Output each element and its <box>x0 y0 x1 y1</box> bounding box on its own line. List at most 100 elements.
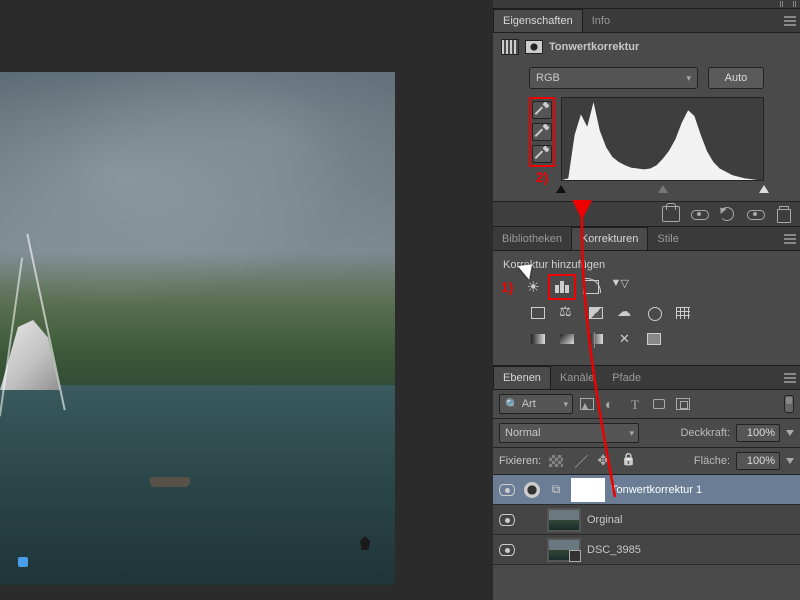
channel-mixer-icon[interactable] <box>672 303 694 323</box>
slider-black-point[interactable] <box>556 185 566 193</box>
opacity-field[interactable]: 100% <box>736 424 780 442</box>
image-region-poles <box>0 332 90 472</box>
layers-tab-bar: Ebenen Kanäle Pfade <box>493 366 800 390</box>
opacity-label: Deckkraft: <box>680 427 730 439</box>
blend-mode-value: Normal <box>505 427 540 439</box>
lock-transparency-icon[interactable] <box>547 453 565 469</box>
adjustments-flyout-menu[interactable] <box>784 234 796 244</box>
adjustments-row-3 <box>501 329 792 349</box>
layer-filter-kind-select[interactable]: 🔍 Art <box>499 394 573 414</box>
visibility-toggle-icon[interactable] <box>499 484 515 496</box>
tab-paths[interactable]: Pfade <box>603 367 650 389</box>
filter-shape-layers-icon[interactable] <box>649 395 669 413</box>
properties-header: Tonwertkorrektur <box>501 39 792 55</box>
eyedropper-white-icon[interactable] <box>532 145 552 163</box>
channel-row: RGB Auto <box>529 67 764 89</box>
black-white-icon[interactable] <box>614 303 636 323</box>
histogram-sliders <box>561 185 764 195</box>
layer-row[interactable]: Orginal <box>493 505 800 535</box>
layer-thumbnail[interactable] <box>547 508 581 532</box>
view-previous-state-icon[interactable] <box>746 206 764 222</box>
filter-adjustment-layers-icon[interactable] <box>601 395 621 413</box>
blend-opacity-row: Normal Deckkraft: 100% <box>493 419 800 448</box>
layer-name[interactable]: Orginal <box>587 514 622 526</box>
filter-type-layers-icon[interactable] <box>625 395 645 413</box>
layer-name[interactable]: Tonwertkorrektur 1 <box>611 484 702 496</box>
properties-tab-bar: Eigenschaften Info <box>493 9 800 33</box>
link-mask-icon[interactable] <box>547 482 565 497</box>
slider-midtone[interactable] <box>658 185 668 193</box>
selective-color-icon[interactable] <box>614 329 636 349</box>
image-region-boat <box>150 477 190 487</box>
opacity-slider-toggle[interactable] <box>786 430 794 436</box>
visibility-toggle-icon[interactable] <box>499 544 515 556</box>
levels-adjustment-icon[interactable] <box>551 277 573 297</box>
lock-label: Fixieren: <box>499 455 541 467</box>
blend-mode-select[interactable]: Normal <box>499 423 639 443</box>
toggle-visibility-icon[interactable] <box>690 206 708 222</box>
lock-fill-row: Fixieren: Fläche: 100% <box>493 448 800 475</box>
posterize-adjustment-icon[interactable] <box>556 329 578 349</box>
photo-filter-icon[interactable] <box>643 303 665 323</box>
tab-info[interactable]: Info <box>583 10 619 32</box>
eyedropper-group: 2) <box>529 97 555 185</box>
fill-slider-toggle[interactable] <box>786 458 794 464</box>
brightness-contrast-icon[interactable] <box>522 277 544 297</box>
layer-name[interactable]: DSC_3985 <box>587 544 641 556</box>
mask-icon <box>525 40 543 54</box>
tab-adjustments[interactable]: Korrekturen <box>571 227 648 250</box>
panel-dock-grip[interactable] <box>493 0 800 8</box>
filter-pixel-layers-icon[interactable] <box>577 395 597 413</box>
hue-saturation-icon[interactable] <box>556 303 578 323</box>
visibility-toggle-icon[interactable] <box>499 514 515 526</box>
exposure-adjustment-icon[interactable] <box>609 277 631 297</box>
clip-to-layer-icon[interactable] <box>662 206 680 222</box>
adjustments-row-2 <box>501 303 792 323</box>
properties-footer <box>493 201 800 226</box>
invert-adjustment-icon[interactable] <box>527 329 549 349</box>
lock-position-icon[interactable] <box>595 453 613 469</box>
layer-row[interactable]: Tonwertkorrektur 1 <box>493 475 800 505</box>
eyedropper-black-icon[interactable] <box>532 101 552 119</box>
tab-styles[interactable]: Stile <box>648 228 687 250</box>
properties-flyout-menu[interactable] <box>784 16 796 26</box>
layers-flyout-menu[interactable] <box>784 373 796 383</box>
channel-select[interactable]: RGB <box>529 67 698 89</box>
color-balance-icon[interactable] <box>585 303 607 323</box>
histogram[interactable] <box>561 97 764 181</box>
delete-adjustment-icon[interactable] <box>774 206 792 222</box>
adjustment-thumb-icon <box>524 482 540 498</box>
layer-filter-toggle[interactable] <box>784 395 794 413</box>
tab-libraries[interactable]: Bibliotheken <box>493 228 571 250</box>
layer-row[interactable]: DSC_3985 <box>493 535 800 565</box>
fill-label: Fläche: <box>694 455 730 467</box>
tab-layers[interactable]: Ebenen <box>493 366 551 389</box>
lock-all-icon[interactable] <box>619 453 637 469</box>
threshold-adjustment-icon[interactable] <box>585 329 607 349</box>
auto-button[interactable]: Auto <box>708 67 764 89</box>
panel-dock: Eigenschaften Info Tonwertkorrektur RGB … <box>493 0 800 600</box>
histogram-row: 2) <box>529 97 764 185</box>
layers-filter-bar: 🔍 Art <box>493 390 800 419</box>
levels-icon <box>501 39 519 55</box>
tab-channels[interactable]: Kanäle <box>551 367 603 389</box>
fill-field[interactable]: 100% <box>736 452 780 470</box>
histogram-fill <box>562 102 763 180</box>
adjustments-tab-bar: Bibliotheken Korrekturen Stile <box>493 227 800 251</box>
lock-pixels-icon[interactable] <box>571 453 589 469</box>
filter-smart-objects-icon[interactable] <box>673 395 693 413</box>
layers-panel: Ebenen Kanäle Pfade 🔍 Art Normal Deckkr <box>493 365 800 565</box>
document-image[interactable] <box>0 72 395 585</box>
eyedropper-gray-icon[interactable] <box>532 123 552 141</box>
channel-value: RGB <box>536 72 560 84</box>
tab-properties[interactable]: Eigenschaften <box>493 9 583 32</box>
search-icon: 🔍 <box>505 398 519 411</box>
layer-thumbnail[interactable] <box>547 538 581 562</box>
layers-body: 🔍 Art Normal Deckkraft: 100% Fixieren: <box>493 390 800 565</box>
curves-adjustment-icon[interactable] <box>580 277 602 297</box>
reset-adjustment-icon[interactable] <box>718 206 736 222</box>
slider-white-point[interactable] <box>759 185 769 193</box>
layer-mask-thumbnail[interactable] <box>571 478 605 502</box>
gradient-map-icon[interactable] <box>643 329 665 349</box>
vibrance-adjustment-icon[interactable] <box>527 303 549 323</box>
